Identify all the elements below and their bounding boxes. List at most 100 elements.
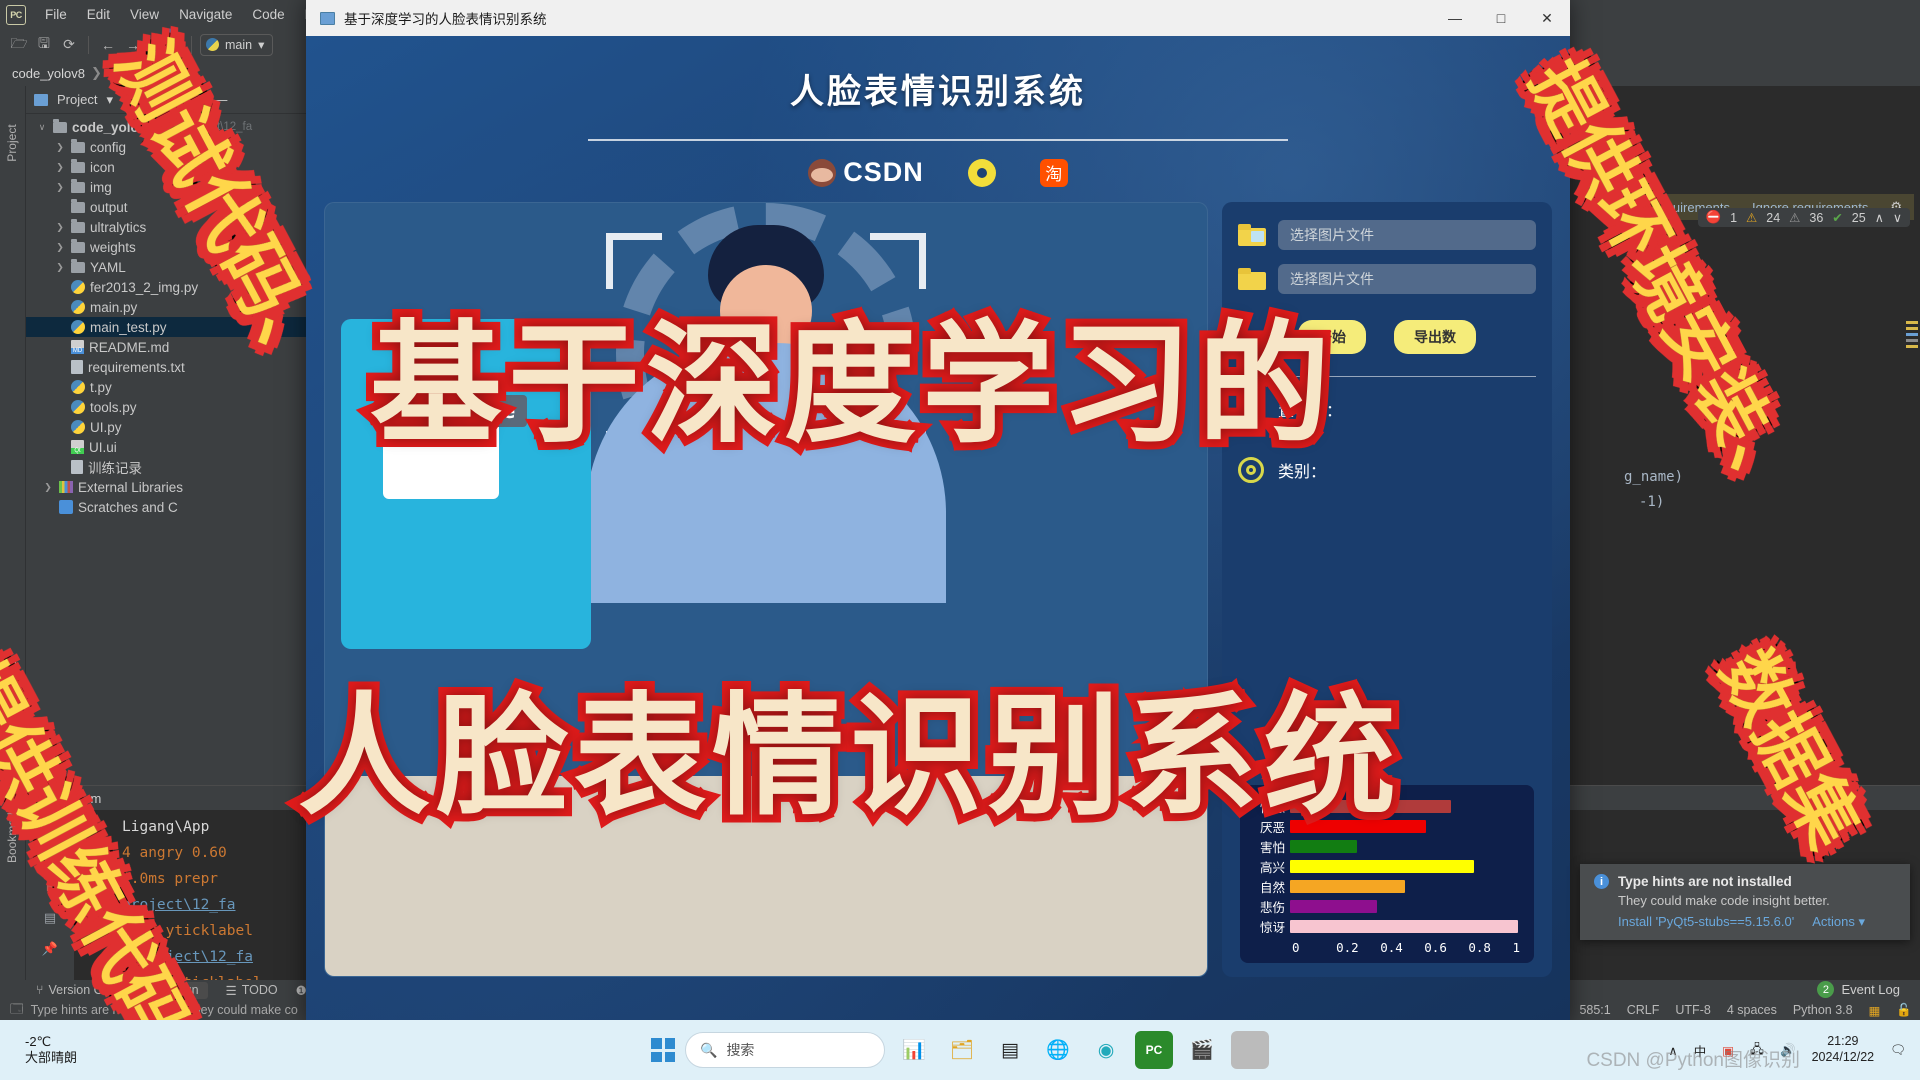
notification-center-icon[interactable]: 🗨 bbox=[1890, 1043, 1906, 1058]
maximize-button[interactable]: □ bbox=[1478, 0, 1524, 36]
rerun-icon[interactable]: ⟳ bbox=[41, 816, 59, 834]
install-stubs-link[interactable]: Install 'PyQt5-stubs==5.15.6.0' bbox=[1618, 914, 1794, 930]
indent-setting[interactable]: 4 spaces bbox=[1727, 1003, 1777, 1017]
save-icon[interactable]: 🖫 bbox=[33, 34, 55, 56]
tree-row-main-py[interactable]: main.py bbox=[26, 297, 325, 317]
chevron-right-icon[interactable]: ❯ bbox=[54, 182, 66, 193]
breadcrumb-file[interactable]: main.py bbox=[127, 66, 173, 81]
tool-tab-project[interactable]: Project bbox=[5, 113, 19, 173]
image-path-input[interactable]: 选择图片文件 bbox=[1278, 220, 1536, 250]
tree-row-t-py[interactable]: t.py bbox=[26, 377, 325, 397]
python-interpreter[interactable]: Python 3.8 bbox=[1793, 1003, 1853, 1017]
locate-icon[interactable]: ⊕ bbox=[128, 92, 139, 108]
tree-row-ui-ui[interactable]: UI.ui bbox=[26, 437, 325, 457]
run-configuration-selector[interactable]: main ▾ bbox=[200, 33, 274, 56]
taskbar-search[interactable]: 🔍 搜索 bbox=[685, 1032, 885, 1068]
tree-row-tools-py[interactable]: tools.py bbox=[26, 397, 325, 417]
layout-icon[interactable]: ▤ bbox=[41, 909, 59, 927]
image-preview-panel[interactable]: smile bbox=[324, 202, 1208, 977]
tree-row-readme-md[interactable]: README.md bbox=[26, 337, 325, 357]
menu-item-navigate[interactable]: Navigate bbox=[170, 4, 241, 25]
forward-arrow-icon[interactable]: → bbox=[122, 34, 144, 56]
tree-row-icon[interactable]: ❯ icon bbox=[26, 157, 325, 177]
start-button[interactable]: 开始 bbox=[1298, 320, 1366, 354]
chevron-right-icon[interactable]: ❯ bbox=[54, 162, 66, 173]
clock-widget[interactable]: 21:29 2024/12/22 bbox=[1812, 1034, 1875, 1065]
tree-row-config[interactable]: ❯ config bbox=[26, 137, 325, 157]
export-button[interactable]: 导出数 bbox=[1394, 320, 1476, 354]
pin-icon[interactable]: 📌 bbox=[41, 940, 59, 958]
gear-icon[interactable]: ⚙ bbox=[194, 92, 206, 108]
hide-icon[interactable]: — bbox=[214, 92, 227, 107]
chevron-right-icon[interactable]: ❯ bbox=[42, 482, 54, 493]
windows-icon[interactable]: ▦ bbox=[1869, 1003, 1881, 1018]
menu-item-file[interactable]: File bbox=[36, 4, 76, 25]
person-dropdown-icon[interactable]: 👤▾ bbox=[161, 28, 183, 61]
tab-version-control[interactable]: ⑂ Version Control bbox=[36, 983, 134, 997]
back-arrow-icon[interactable]: ← bbox=[97, 34, 119, 56]
chrome-icon[interactable]: 🌐 bbox=[1039, 1031, 1077, 1069]
tree-row-requirements-txt[interactable]: requirements.txt bbox=[26, 357, 325, 377]
breadcrumb-project[interactable]: code_yolov8 bbox=[12, 66, 85, 81]
tree-row-fer2013_2_img-py[interactable]: fer2013_2_img.py bbox=[26, 277, 325, 297]
tree-row-main_test-py[interactable]: main_test.py bbox=[26, 317, 325, 337]
tree-row-yaml[interactable]: ❯ YAML bbox=[26, 257, 325, 277]
wrench-icon[interactable]: 🔧 bbox=[41, 847, 59, 865]
menu-item-code[interactable]: Code bbox=[243, 4, 293, 25]
tree-row-weights[interactable]: ❯ weights bbox=[26, 237, 325, 257]
inspection-widget[interactable]: ⛔ 1 ⚠ 24 ⚠ 36 ✔ 25 ∧ ∨ bbox=[1697, 208, 1910, 227]
tree-row-root[interactable]: ∨ code_yolov8 D:\lg\project\12_fa bbox=[26, 117, 325, 137]
menu-item-edit[interactable]: Edit bbox=[78, 4, 119, 25]
line-separator[interactable]: CRLF bbox=[1627, 1003, 1660, 1017]
tool-tab-bookmarks[interactable]: Bookmarks bbox=[5, 803, 19, 863]
tool-tab-structure[interactable]: Structure bbox=[5, 653, 19, 713]
event-log-widget[interactable]: 2 Event Log bbox=[1817, 981, 1900, 998]
donut-icon[interactable] bbox=[967, 158, 996, 187]
minimize-button[interactable]: — bbox=[1432, 0, 1478, 36]
menu-item-view[interactable]: View bbox=[121, 4, 168, 25]
folder-icon-2[interactable] bbox=[1238, 268, 1266, 290]
terminal-icon[interactable]: ▤ bbox=[991, 1031, 1029, 1069]
sync-icon[interactable]: ⟳ bbox=[58, 34, 80, 56]
run-panel-tab[interactable]: m bbox=[90, 791, 101, 806]
open-folder-icon[interactable]: 🗁 bbox=[8, 34, 30, 56]
file-explorer-icon[interactable]: 🗂 bbox=[943, 1031, 981, 1069]
notification-actions-link[interactable]: Actions ▾ bbox=[1812, 914, 1865, 930]
chevron-right-icon[interactable]: ❯ bbox=[54, 222, 66, 233]
collapse-all-icon[interactable]: ⇲ bbox=[168, 92, 179, 108]
chevron-right-icon[interactable]: ❯ bbox=[54, 142, 66, 153]
csdn-logo[interactable]: CSDN bbox=[808, 157, 924, 188]
tree-row-scratches-and-c[interactable]: Scratches and C bbox=[26, 497, 325, 517]
file-encoding[interactable]: UTF-8 bbox=[1675, 1003, 1710, 1017]
start-button-icon[interactable] bbox=[651, 1038, 675, 1062]
prev-problem-icon[interactable]: ∧ bbox=[1875, 210, 1884, 225]
folder-image-icon[interactable] bbox=[1238, 224, 1266, 246]
chevron-down-icon-root[interactable]: ∨ bbox=[36, 122, 48, 133]
stop-icon[interactable]: ■ bbox=[41, 878, 59, 896]
app-icon-teal[interactable]: ◉ bbox=[1087, 1031, 1125, 1069]
image-path-input-2[interactable]: 选择图片文件 bbox=[1278, 264, 1536, 294]
editor-minimap[interactable] bbox=[1906, 321, 1918, 501]
tree-row-img[interactable]: ❯ img bbox=[26, 177, 325, 197]
tree-row-ui-py[interactable]: UI.py bbox=[26, 417, 325, 437]
window-icon[interactable] bbox=[1231, 1031, 1269, 1069]
next-problem-icon[interactable]: ∨ bbox=[1893, 210, 1902, 225]
chevron-right-icon[interactable]: ❯ bbox=[54, 242, 66, 253]
media-icon[interactable]: 🎬 bbox=[1183, 1031, 1221, 1069]
weather-widget[interactable]: -2℃ 大部晴朗 bbox=[0, 1034, 77, 1067]
close-button[interactable]: ✕ bbox=[1524, 0, 1570, 36]
tree-row-output[interactable]: output bbox=[26, 197, 325, 217]
taobao-icon[interactable]: 淘 bbox=[1039, 158, 1068, 187]
chevron-right-icon[interactable]: ❯ bbox=[54, 262, 66, 273]
widgets-icon[interactable]: 📊 bbox=[895, 1031, 933, 1069]
caret-position[interactable]: 585:1 bbox=[1579, 1003, 1610, 1017]
chevron-down-icon-project[interactable]: ▾ bbox=[106, 92, 113, 108]
tab-todo[interactable]: ☰ TODO bbox=[226, 983, 278, 998]
lock-icon[interactable]: 🔓 bbox=[1896, 1003, 1912, 1018]
expand-all-icon[interactable]: ⇱ bbox=[148, 92, 159, 108]
tree-row-训练记录[interactable]: 训练记录 bbox=[26, 457, 325, 477]
tree-row-ultralytics[interactable]: ❯ ultralytics bbox=[26, 217, 325, 237]
pycharm-taskbar-icon[interactable]: PC bbox=[1135, 1031, 1173, 1069]
tab-run[interactable]: ▶ Run bbox=[151, 981, 208, 999]
tree-row-external-libraries[interactable]: ❯ External Libraries bbox=[26, 477, 325, 497]
